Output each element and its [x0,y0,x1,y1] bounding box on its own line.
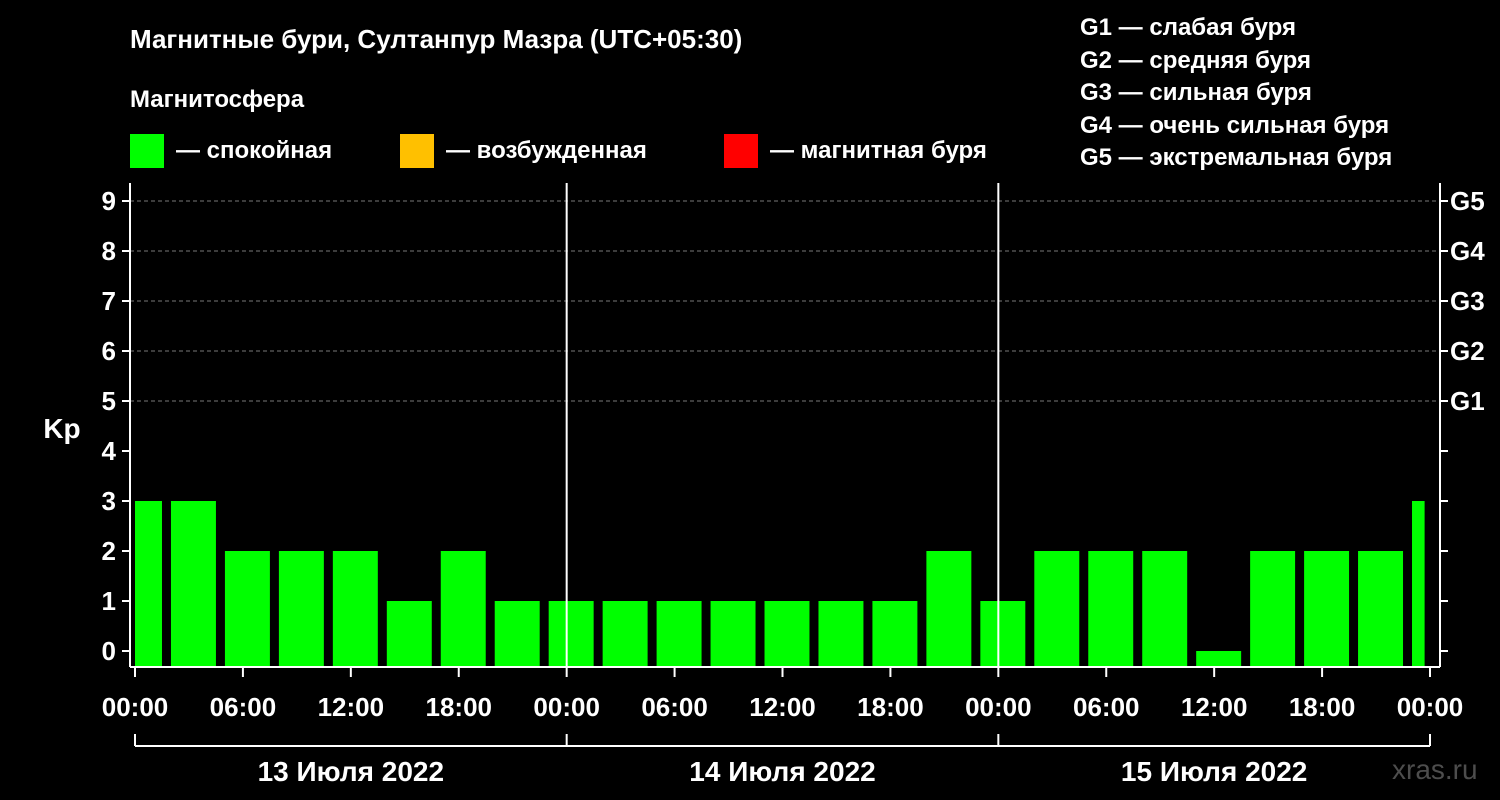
kp-bar [386,601,432,667]
kp-bar [1412,501,1425,667]
y-tick-label: 0 [102,636,116,666]
x-tick-label: 00:00 [533,692,600,722]
kp-bar [135,501,162,667]
g-level-label: G2 [1450,336,1485,366]
y-tick-label: 2 [102,536,116,566]
kp-bar [224,551,270,667]
kp-bar [818,601,864,667]
kp-bar [548,601,594,667]
x-tick-label: 06:00 [210,692,277,722]
kp-bar [602,601,648,667]
g-level-label: G1 [1450,386,1485,416]
kp-bar [1304,551,1350,667]
kp-bar [926,551,972,667]
kp-bar [980,601,1026,667]
y-tick-label: 9 [102,186,116,216]
x-tick-label: 00:00 [1397,692,1464,722]
y-tick-label: 8 [102,236,116,266]
date-label: 14 Июля 2022 [689,756,875,787]
kp-bar [1088,551,1134,667]
x-tick-label: 12:00 [749,692,816,722]
kp-bar [710,601,756,667]
kp-bar [1358,551,1404,667]
x-tick-label: 18:00 [857,692,924,722]
date-label: 15 Июля 2022 [1121,756,1307,787]
kp-bar [872,601,918,667]
y-tick-label: 1 [102,586,116,616]
kp-bar [764,601,810,667]
x-tick-label: 00:00 [102,692,169,722]
g-level-label: G3 [1450,286,1485,316]
x-tick-label: 06:00 [1073,692,1140,722]
watermark: xras.ru [1392,754,1478,785]
kp-bar [332,551,378,667]
kp-bar [278,551,324,667]
g-level-label: G5 [1450,186,1485,216]
date-label: 13 Июля 2022 [258,756,444,787]
y-axis-label: Kp [43,413,80,444]
x-tick-label: 06:00 [641,692,708,722]
kp-bar-chart: 0 1 2 3 4 5 6 7 8 9 G1 G2 G3 G4 G5 Kp 00:00 06:00 12:00 18:… [43,183,1485,787]
g-level-label: G4 [1450,236,1485,266]
x-tick-label: 00:00 [965,692,1032,722]
x-tick-label: 12:00 [318,692,385,722]
kp-bar [494,601,540,667]
kp-bar [1196,651,1242,667]
x-tick-label: 18:00 [1289,692,1356,722]
y-tick-label: 6 [102,336,116,366]
kp-bar [170,501,216,667]
kp-bar [440,551,486,667]
y-tick-label: 7 [102,286,116,316]
kp-bar [1142,551,1188,667]
kp-bar [656,601,702,667]
y-tick-label: 3 [102,486,116,516]
kp-bar [1250,551,1296,667]
kp-bar [1034,551,1080,667]
y-tick-label: 5 [102,386,116,416]
x-tick-label: 12:00 [1181,692,1248,722]
x-tick-label: 18:00 [426,692,493,722]
y-tick-label: 4 [102,436,117,466]
